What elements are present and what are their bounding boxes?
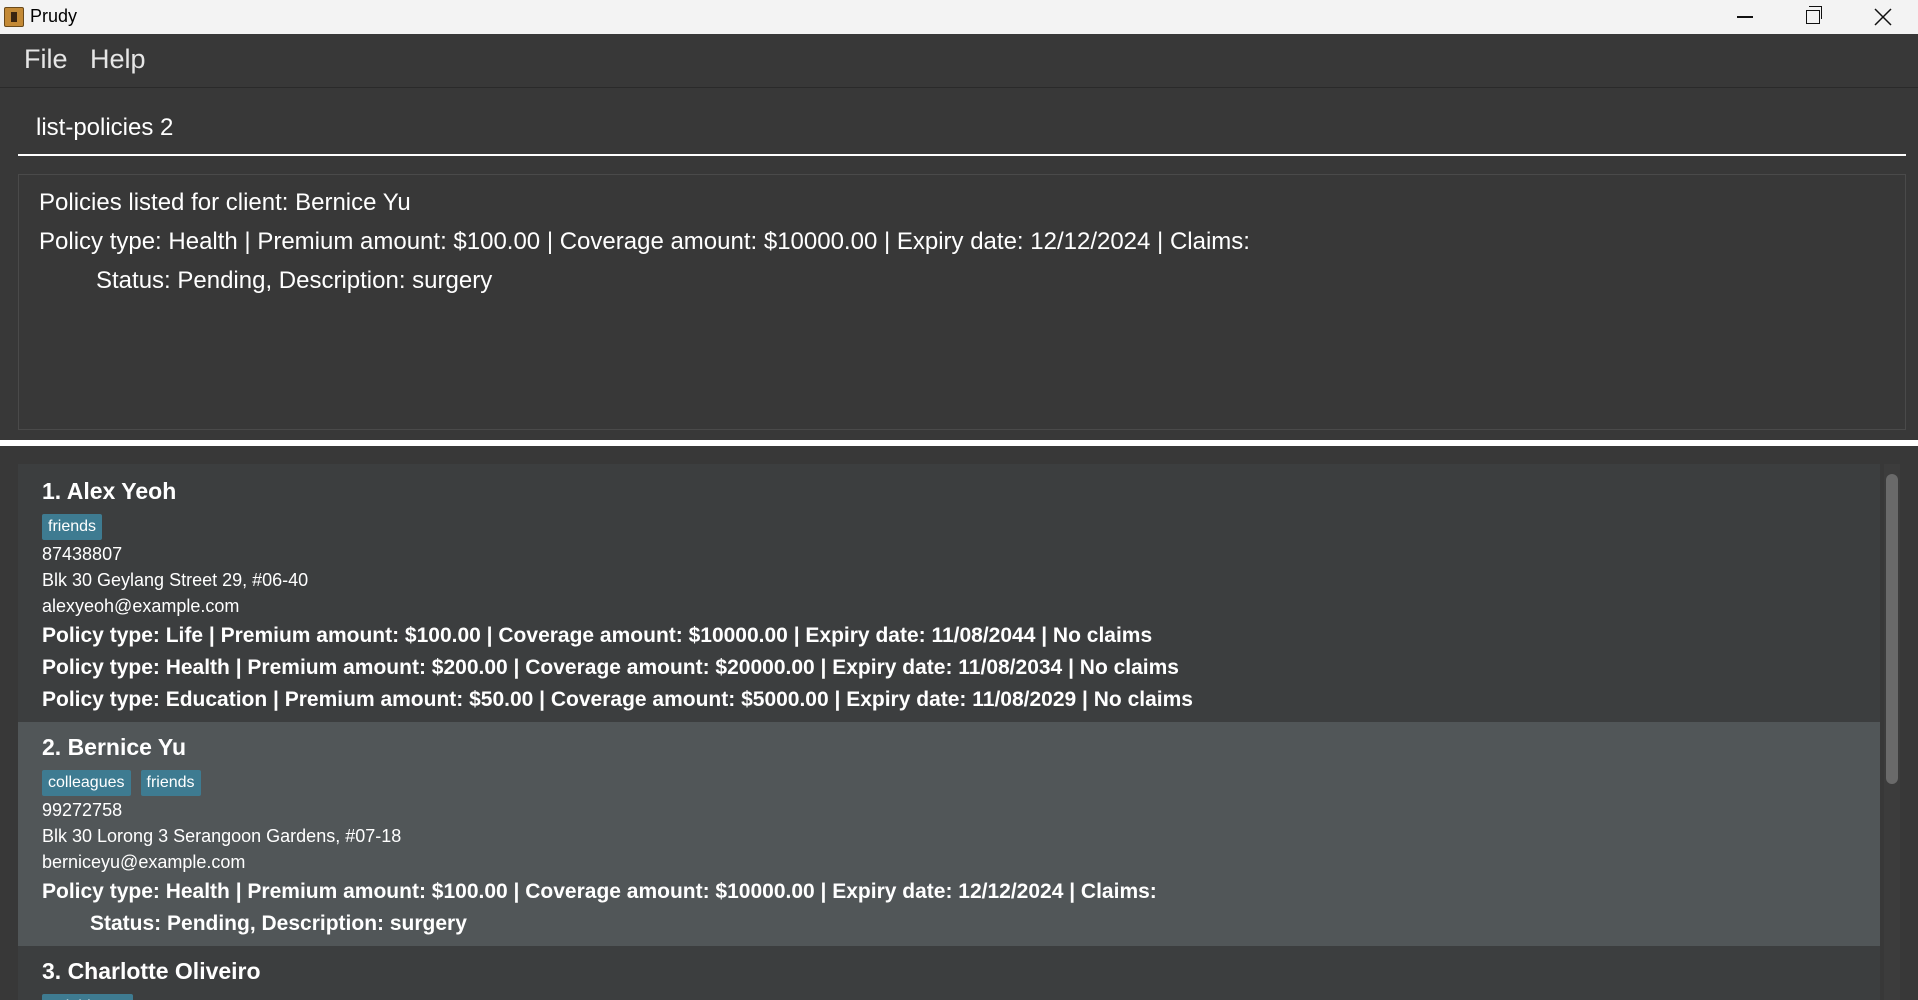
menu-file[interactable]: File [24, 44, 68, 75]
close-button[interactable] [1848, 0, 1918, 34]
client-list-viewport: 1. Alex Yeoh friends 87438807 Blk 30 Gey… [18, 464, 1880, 1000]
minimize-button[interactable] [1710, 0, 1780, 34]
tag: colleagues [42, 770, 131, 796]
client-claim: Status: Pending, Description: surgery [90, 912, 467, 935]
tag: friends [140, 770, 201, 796]
maximize-button[interactable] [1778, 0, 1848, 34]
menu-help[interactable]: Help [90, 44, 146, 75]
restore-icon [1806, 6, 1822, 24]
client-tags: friends [42, 514, 103, 540]
client-policy: Policy type: Health | Premium amount: $2… [42, 656, 1179, 679]
command-input[interactable] [36, 114, 1836, 142]
client-policy: Policy type: Education | Premium amount:… [42, 688, 1193, 711]
minimize-icon [1737, 16, 1753, 18]
client-phone: 87438807 [42, 544, 123, 564]
client-email: berniceyu@example.com [42, 852, 246, 872]
client-email: alexyeoh@example.com [42, 596, 240, 616]
client-phone: 99272758 [42, 800, 123, 820]
scroll-thumb[interactable] [1886, 474, 1898, 784]
client-policy: Policy type: Life | Premium amount: $100… [42, 624, 1153, 647]
command-box [18, 104, 1906, 156]
client-card-selected[interactable]: 2. Bernice Yu colleagues friends 9927275… [18, 722, 1880, 946]
client-tags: colleagues friends [42, 770, 201, 796]
split-divider[interactable] [0, 438, 1918, 448]
result-policy-line: Policy type: Health | Premium amount: $1… [39, 228, 1250, 255]
result-heading: Policies listed for client: Bernice Yu [39, 189, 411, 216]
result-claim-line: Status: Pending, Description: surgery [96, 267, 493, 294]
client-policy: Policy type: Health | Premium amount: $1… [42, 880, 1157, 903]
app-icon [4, 7, 24, 27]
menu-bar: File Help [0, 34, 1918, 88]
client-name: 1. Alex Yeoh [42, 478, 177, 504]
client-list: 1. Alex Yeoh friends 87438807 Blk 30 Gey… [0, 452, 1918, 1000]
client-name: 2. Bernice Yu [42, 734, 187, 760]
window-title: Prudy [30, 6, 78, 26]
tag: friends [42, 514, 103, 540]
client-tags: neighbours [42, 994, 134, 1000]
title-bar: Prudy [0, 0, 1918, 34]
client-card[interactable]: 1. Alex Yeoh friends 87438807 Blk 30 Gey… [18, 464, 1880, 722]
client-card[interactable]: 3. Charlotte Oliveiro neighbours [18, 946, 1880, 1000]
tag: neighbours [42, 994, 134, 1000]
list-scrollbar[interactable] [1884, 464, 1900, 1000]
close-icon [1874, 8, 1892, 26]
client-name: 3. Charlotte Oliveiro [42, 958, 261, 984]
client-address: Blk 30 Lorong 3 Serangoon Gardens, #07-1… [42, 826, 402, 846]
result-display: Policies listed for client: Bernice Yu P… [18, 174, 1906, 430]
client-address: Blk 30 Geylang Street 29, #06-40 [42, 570, 309, 590]
